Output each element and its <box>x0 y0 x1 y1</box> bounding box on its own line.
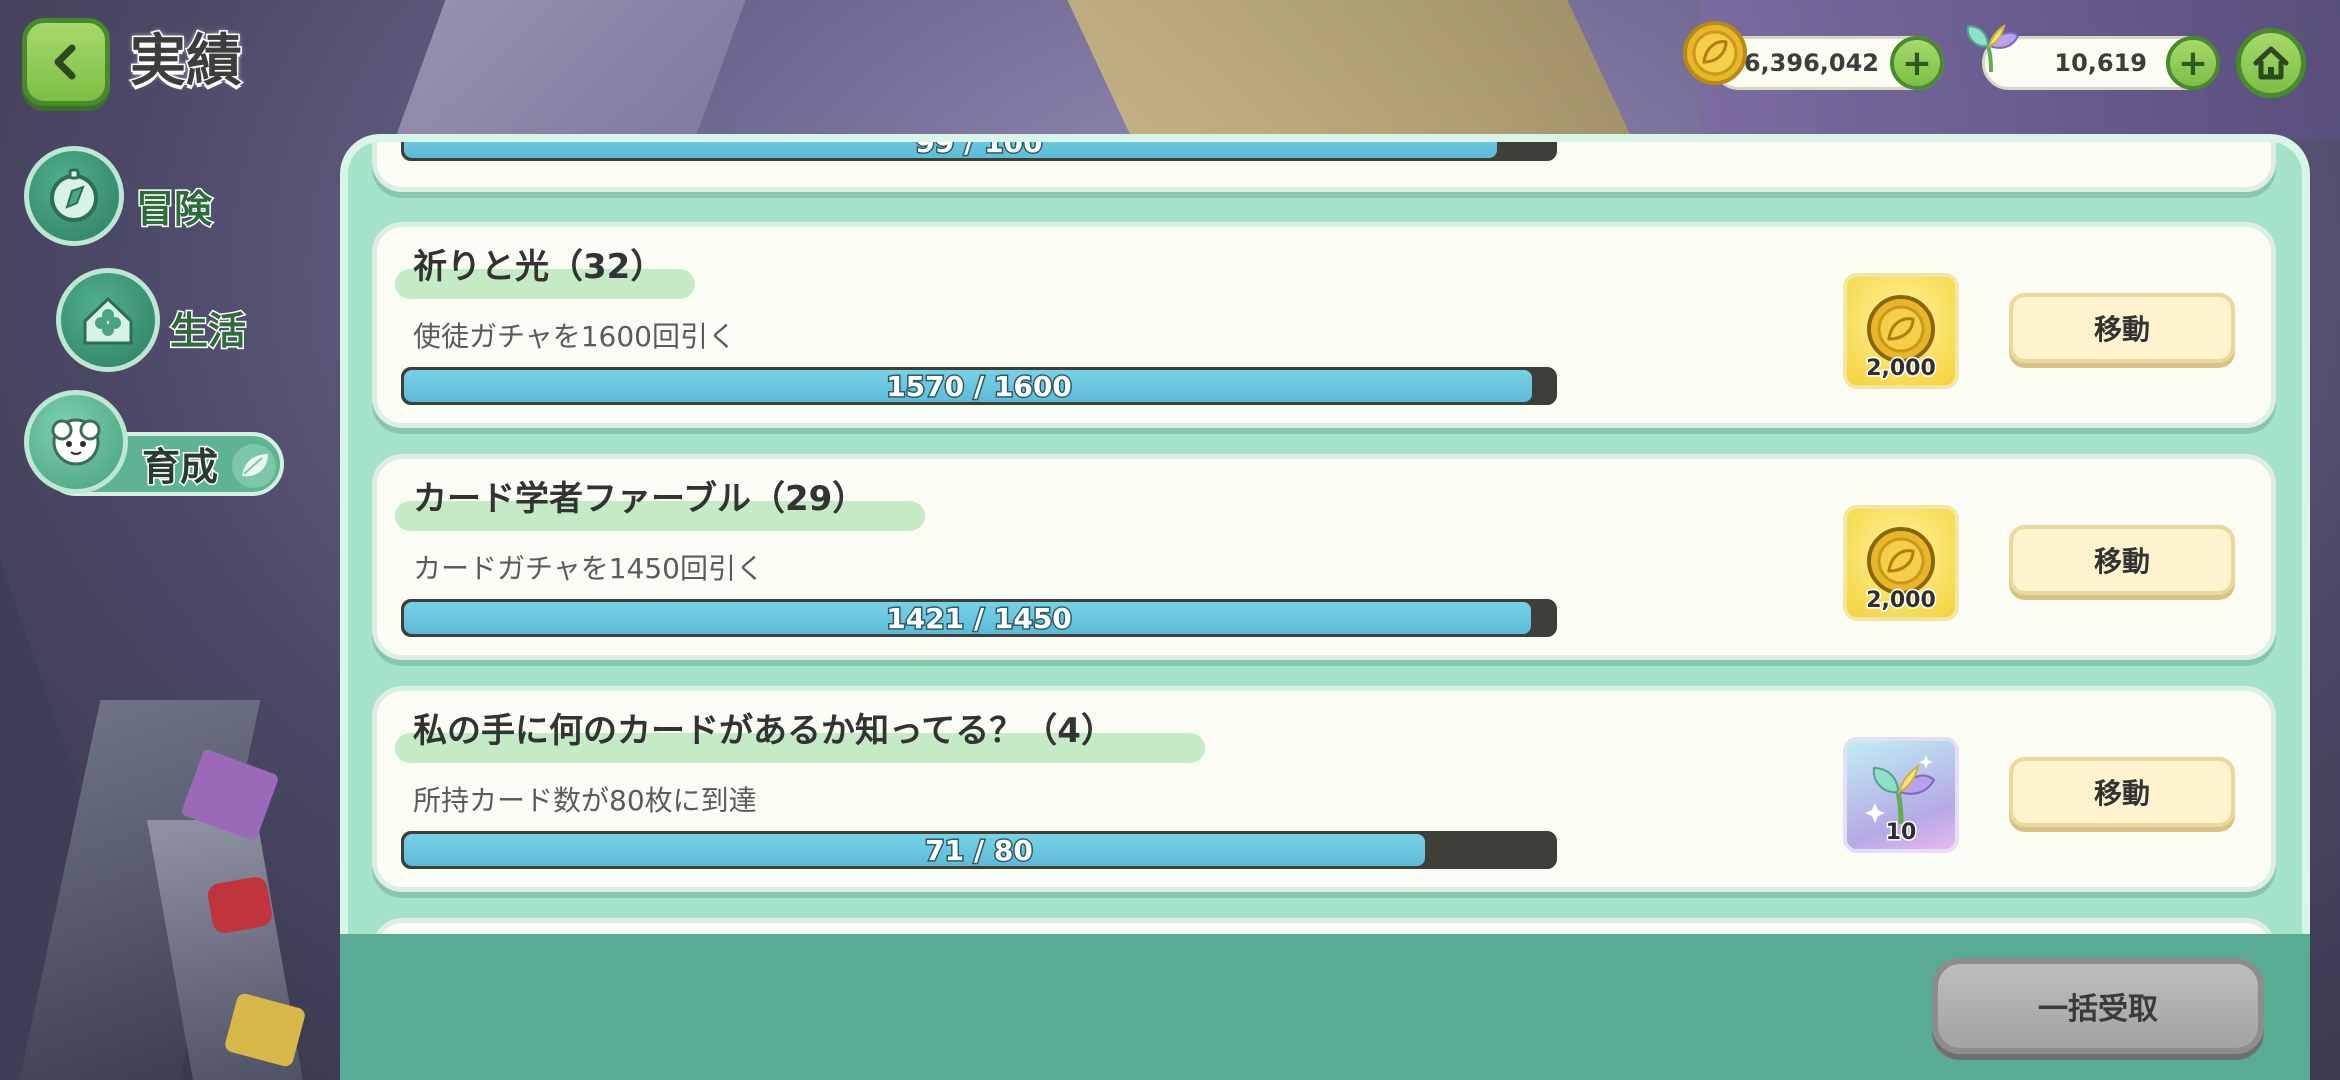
page-title: 実績 <box>129 28 244 96</box>
achievement-title: 祈りと光（32） <box>413 247 665 287</box>
progress-text: 1570 / 1600 <box>885 369 1074 403</box>
achievement-description: 使徒ガチャを1600回引く <box>413 320 736 353</box>
nav-adventure-circle <box>24 146 124 246</box>
achievement-card: カード学者ファーブル（29） カードガチャを1450回引く 1421 / 145… <box>372 454 2276 660</box>
crystal-sprout-icon <box>1966 23 2020 73</box>
achievement-description: 所持カード数が80枚に到達 <box>413 784 757 817</box>
bulk-claim-button[interactable]: 一括受取 <box>1932 958 2264 1054</box>
progress-bar: 99 / 100 <box>401 142 1557 161</box>
progress-bar: 1570 / 1600 <box>401 367 1557 405</box>
clover-house-icon <box>83 296 133 345</box>
reward-quantity: 10 <box>1884 819 1918 847</box>
progress-bar: 71 / 80 <box>401 831 1557 869</box>
gem-amount: 10,619 <box>2054 49 2147 77</box>
achievement-list[interactable]: 99 / 100 祈りと光（32） 使徒ガチャを1600回引く 1570 / 1… <box>348 142 2302 934</box>
achievement-title: 私の手に何のカードがあるか知ってる？（4） <box>413 711 1115 751</box>
reward-quantity: 2,000 <box>1865 355 1938 383</box>
nav-label-life: 生活 <box>168 308 247 355</box>
achievement-card-partial: 99 / 100 <box>372 142 2276 192</box>
achievement-card-partial-next <box>372 918 2276 934</box>
leaf-coin-icon <box>1683 21 1747 85</box>
progress-text: 71 / 80 <box>924 833 1035 867</box>
achievement-title: カード学者ファーブル（29） <box>413 479 867 519</box>
nav-growth-circle <box>24 390 128 494</box>
reward-slot: 2,000 <box>1843 273 1959 389</box>
reward-slot: 2,000 <box>1843 505 1959 621</box>
leaf-icon <box>232 444 276 488</box>
sheep-mascot-icon <box>51 418 101 466</box>
gold-amount: 6,396,042 <box>1743 49 1879 77</box>
home-icon <box>2253 46 2289 80</box>
progress-text: 1421 / 1450 <box>885 601 1074 635</box>
gold-plus-button[interactable]: + <box>1890 36 1944 90</box>
compass-icon <box>50 168 98 222</box>
back-button[interactable] <box>22 18 110 106</box>
go-button[interactable]: 移動 <box>2009 293 2235 363</box>
nav-label-growth: 育成 <box>140 444 219 491</box>
progress-bar: 1421 / 1450 <box>401 599 1557 637</box>
nav-label-adventure: 冒険 <box>134 186 213 233</box>
gem-plus-button[interactable]: + <box>2166 36 2220 90</box>
go-button[interactable]: 移動 <box>2009 525 2235 595</box>
reward-slot: 10 <box>1843 737 1959 853</box>
chevron-left-icon <box>54 44 76 80</box>
achievement-description: カードガチャを1450回引く <box>413 552 764 585</box>
nav-life-circle <box>56 268 160 372</box>
go-button[interactable]: 移動 <box>2009 757 2235 827</box>
achievement-card: 祈りと光（32） 使徒ガチャを1600回引く 1570 / 1600 2,000… <box>372 222 2276 428</box>
progress-text: 99 / 100 <box>914 142 1044 159</box>
achievement-card: 私の手に何のカードがあるか知ってる？（4） 所持カード数が80枚に到達 71 /… <box>372 686 2276 892</box>
reward-quantity: 2,000 <box>1865 587 1938 615</box>
home-button[interactable] <box>2236 28 2306 98</box>
